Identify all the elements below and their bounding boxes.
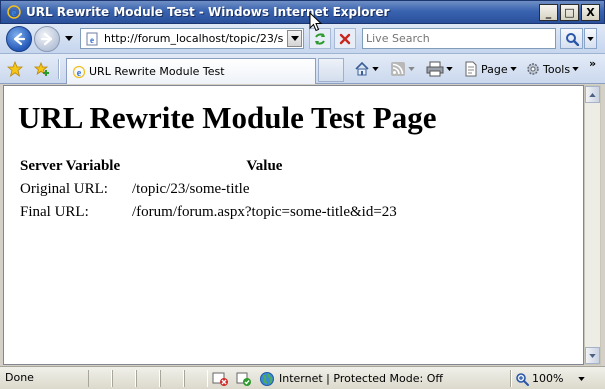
page-icon: e bbox=[84, 31, 100, 47]
chevron-down-icon bbox=[372, 67, 379, 71]
status-segment bbox=[184, 370, 208, 387]
status-segment bbox=[112, 370, 136, 387]
search-button[interactable] bbox=[560, 28, 583, 49]
home-button[interactable] bbox=[354, 59, 379, 79]
page-menu-button[interactable]: Page bbox=[463, 59, 517, 79]
chevron-down-icon bbox=[578, 376, 586, 381]
magnifier-icon bbox=[516, 372, 529, 386]
column-header-server-variable: Server Variable bbox=[20, 158, 121, 174]
chevron-down-icon bbox=[589, 353, 596, 358]
status-text: Done bbox=[5, 371, 34, 384]
table-cell-value: /forum/forum.aspx?topic=some-title&id=23 bbox=[132, 204, 397, 220]
scroll-up-button[interactable] bbox=[585, 86, 600, 103]
search-input[interactable] bbox=[363, 29, 555, 48]
status-segment bbox=[136, 370, 160, 387]
table-header-row: Server Variable Value bbox=[18, 158, 399, 179]
separator bbox=[58, 59, 60, 79]
chevron-down-icon bbox=[587, 36, 594, 41]
stop-icon bbox=[339, 33, 351, 44]
tools-menu-button[interactable]: Tools bbox=[525, 59, 579, 79]
maximize-button[interactable]: □ bbox=[560, 4, 579, 21]
table-cell-value: /topic/23/some-title bbox=[132, 181, 250, 197]
page-menu-label: Page bbox=[481, 62, 508, 76]
chevron-down-icon bbox=[290, 36, 299, 41]
refresh-icon bbox=[315, 32, 325, 45]
window-titlebar[interactable]: e URL Rewrite Module Test - Windows Inte… bbox=[0, 0, 605, 24]
chevron-down-icon bbox=[408, 67, 415, 71]
feeds-button[interactable] bbox=[390, 59, 415, 79]
zoom-control[interactable]: 100% bbox=[515, 370, 586, 387]
svg-text:e: e bbox=[90, 35, 94, 45]
minimize-icon: _ bbox=[545, 6, 552, 19]
stop-button[interactable] bbox=[334, 28, 356, 49]
close-button[interactable]: X bbox=[581, 4, 600, 21]
scroll-down-button[interactable] bbox=[585, 347, 600, 364]
chevron-down-icon bbox=[65, 35, 73, 41]
chevron-down-icon bbox=[446, 67, 453, 71]
minimize-button[interactable]: _ bbox=[539, 4, 558, 21]
ie-page-icon: e bbox=[71, 64, 87, 80]
close-icon: X bbox=[586, 6, 595, 19]
popup-blocked-icon[interactable] bbox=[212, 371, 230, 389]
chevron-down-icon bbox=[572, 67, 579, 71]
search-box[interactable] bbox=[362, 28, 556, 49]
zoom-level: 100% bbox=[532, 372, 564, 385]
add-favorite-icon bbox=[34, 61, 49, 76]
rss-icon bbox=[391, 62, 405, 76]
url-text[interactable]: http://forum_localhost/topic/23/some bbox=[104, 32, 284, 45]
mouse-cursor-icon bbox=[309, 12, 323, 32]
chevron-up-icon bbox=[589, 92, 596, 97]
back-button[interactable] bbox=[6, 26, 32, 52]
address-bar[interactable]: e http://forum_localhost/topic/23/some bbox=[80, 28, 304, 49]
table-cell-variable: Original URL: bbox=[20, 181, 108, 197]
tools-menu-label: Tools bbox=[543, 62, 571, 76]
page-icon bbox=[465, 61, 477, 77]
status-bar: Done Internet | Protected Mode: Off 100% bbox=[0, 366, 605, 389]
page-content: URL Rewrite Module Test Page Server Vari… bbox=[3, 85, 584, 365]
back-arrow-icon bbox=[13, 32, 26, 46]
navigation-bar: e http://forum_localhost/topic/23/some bbox=[0, 24, 605, 54]
print-button[interactable] bbox=[426, 59, 453, 79]
address-dropdown-button[interactable] bbox=[287, 30, 302, 47]
toolbar-overflow-button[interactable]: » bbox=[589, 57, 596, 70]
svg-text:e: e bbox=[12, 7, 17, 19]
globe-icon bbox=[260, 371, 274, 386]
magnifier-icon bbox=[565, 32, 579, 46]
new-tab-button[interactable] bbox=[318, 58, 344, 82]
window-title: URL Rewrite Module Test - Windows Intern… bbox=[26, 5, 390, 19]
gear-icon bbox=[527, 63, 539, 75]
svg-text:e: e bbox=[77, 68, 82, 79]
favorites-center-button[interactable] bbox=[6, 60, 24, 78]
recent-pages-dropdown[interactable] bbox=[64, 33, 74, 43]
security-zone[interactable]: Internet | Protected Mode: Off bbox=[259, 370, 443, 387]
tab-label: URL Rewrite Module Test bbox=[89, 65, 225, 78]
status-segment bbox=[88, 370, 112, 387]
printer-icon bbox=[426, 61, 444, 77]
page-heading: URL Rewrite Module Test Page bbox=[18, 100, 437, 135]
forward-arrow-icon bbox=[40, 32, 53, 46]
ie-logo-icon: e bbox=[6, 4, 22, 20]
zone-text: Internet | Protected Mode: Off bbox=[279, 372, 443, 385]
tab-command-bar: e URL Rewrite Module Test Page Tools » bbox=[0, 54, 605, 84]
vertical-scrollbar[interactable] bbox=[584, 85, 601, 365]
star-icon bbox=[7, 61, 23, 77]
home-icon bbox=[355, 61, 369, 76]
forward-button[interactable] bbox=[34, 26, 60, 52]
table-cell-variable: Final URL: bbox=[20, 204, 89, 220]
search-options-dropdown[interactable] bbox=[584, 28, 597, 49]
table-row: Final URL: /forum/forum.aspx?topic=some-… bbox=[18, 202, 399, 225]
security-icon[interactable] bbox=[235, 371, 253, 389]
maximize-icon: □ bbox=[564, 6, 575, 19]
status-segment bbox=[160, 370, 184, 387]
add-to-favorites-button[interactable] bbox=[33, 60, 51, 78]
chevron-down-icon bbox=[509, 67, 517, 71]
column-header-value: Value bbox=[246, 158, 283, 174]
table-row: Original URL: /topic/23/some-title bbox=[18, 179, 399, 202]
server-variables-table: Server Variable Value Original URL: /top… bbox=[18, 158, 399, 225]
status-segment bbox=[510, 370, 512, 387]
tab-url-rewrite-module-test[interactable]: e URL Rewrite Module Test bbox=[66, 58, 316, 84]
